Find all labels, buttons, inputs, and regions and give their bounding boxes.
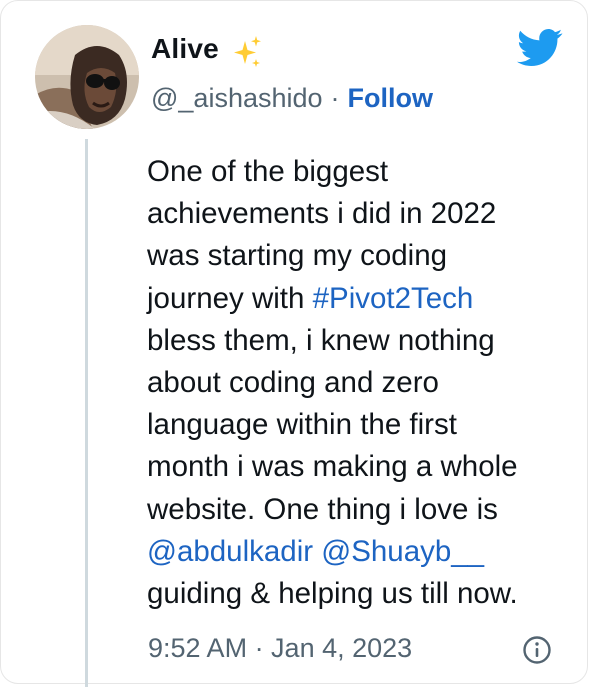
tweet-card: Alive @_aishashido · Follow One of the big…	[0, 0, 588, 687]
tweet-line: @abdulkadir @Shuayb__	[147, 531, 577, 573]
author-handle[interactable]: @_aishashido	[151, 83, 323, 113]
tweet-line: bless them, i knew nothing	[147, 323, 495, 357]
sparkles-emoji-icon	[234, 36, 261, 67]
tweet-line: website. One thing i love is	[147, 492, 498, 526]
tweet-line: One of the biggest	[147, 155, 389, 188]
tweet-line: journey with #Pivot2Tech	[147, 278, 577, 320]
separator-dot: ·	[330, 83, 340, 113]
tweet-line: was starting my coding	[147, 239, 448, 273]
avatar-image	[35, 25, 139, 129]
tweet-line: guiding & helping us till now.	[147, 577, 518, 611]
tweet-text: One of the biggest achievements i did in…	[147, 151, 577, 615]
info-icon[interactable]	[522, 635, 552, 665]
tweet-line: month i was making a whole	[147, 450, 518, 484]
tweet-line: language within the first	[147, 408, 457, 442]
mention-abdulkadir-link[interactable]: @abdulkadir	[147, 535, 313, 568]
author-display-name[interactable]: Alive	[151, 33, 219, 65]
handle-row: @_aishashido · Follow	[151, 83, 433, 114]
tweet-line: achievements i did in 2022	[147, 197, 497, 231]
mention-shuayb-link[interactable]: @Shuayb__	[321, 535, 484, 568]
twitter-bird-icon[interactable]	[517, 28, 563, 68]
avatar[interactable]	[35, 25, 139, 129]
tweet-line-prefix: journey with	[147, 281, 313, 315]
tweet-timestamp[interactable]: 9:52 AM · Jan 4, 2023	[148, 633, 412, 664]
hashtag-pivot2tech-link[interactable]: #Pivot2Tech	[313, 282, 474, 315]
tweet-line: about coding and zero	[147, 366, 439, 400]
thread-line	[85, 139, 88, 687]
follow-button[interactable]: Follow	[348, 83, 433, 113]
